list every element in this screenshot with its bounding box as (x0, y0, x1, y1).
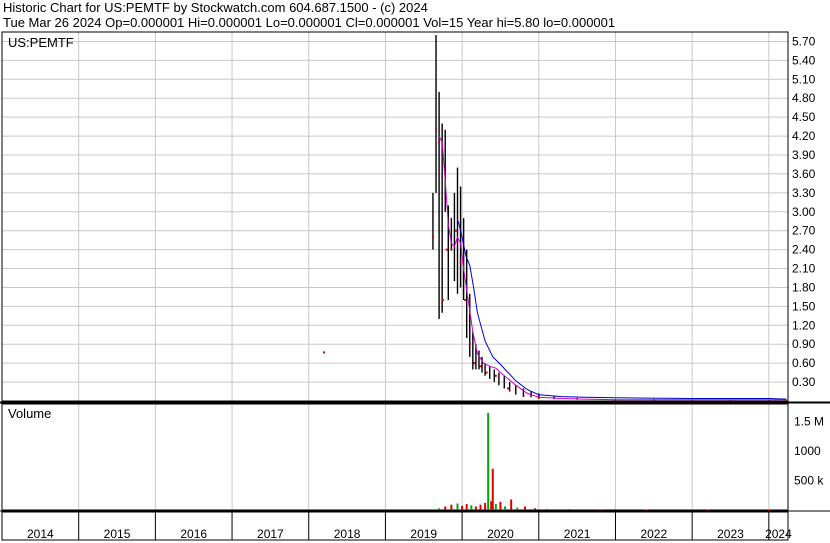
volume-bars (438, 412, 770, 511)
price-tick-label: 1.20 (792, 318, 816, 332)
volume-bar (461, 505, 464, 510)
price-bars (432, 35, 788, 401)
volume-bar (533, 508, 536, 510)
close-dot (450, 248, 453, 251)
volume-bar (438, 508, 441, 510)
price-tick-label: 2.70 (792, 224, 816, 238)
price-tick-label: 3.60 (792, 167, 816, 181)
volume-panel-label: Volume (8, 406, 51, 421)
close-dot (438, 141, 441, 144)
close-dots (323, 128, 540, 399)
price-panel-frame (1, 31, 789, 402)
volume-bar (706, 509, 709, 511)
year-label: 2020 (487, 527, 514, 541)
close-dot (445, 248, 448, 251)
moving-average-long (457, 221, 787, 400)
volume-bar (465, 504, 468, 510)
price-tick-label: 4.20 (792, 129, 816, 143)
price-tick-label: 3.30 (792, 186, 816, 200)
close-dot (522, 394, 525, 397)
close-dot (323, 351, 326, 354)
close-dot (464, 299, 467, 302)
price-tick-label: 0.60 (792, 356, 816, 370)
close-dot (473, 362, 476, 365)
volume-bar (491, 468, 494, 510)
price-y-axis: 5.70 5.40 5.10 4.80 4.50 4.20 3.90 3.60 3.30 3.00… (792, 34, 816, 389)
ma-long-line (457, 221, 787, 400)
year-x-axis: 2014 2015 2016 2017 2018 2019 2020 2021 2022 2023… (27, 527, 792, 541)
volume-bar (516, 507, 519, 510)
volume-bar (645, 509, 648, 511)
close-dot (454, 229, 457, 232)
close-dot (479, 365, 482, 368)
volume-bar (767, 509, 770, 511)
close-dot (431, 236, 434, 238)
chart-canvas: US:PEMTF Volume 5.70 5.40 5.10 4.80 4.50 4.20… (0, 31, 830, 541)
price-tick-label: 1.80 (792, 280, 816, 294)
year-label: 2022 (640, 527, 667, 541)
price-panel-label: US:PEMTF (8, 35, 74, 50)
price-tick-label: 3.90 (792, 148, 816, 162)
year-label: 2023 (717, 527, 744, 541)
year-label: 2014 (27, 527, 54, 541)
volume-panel-frame (1, 403, 789, 511)
stock-chart-window: Historic Chart for US:PEMTF by Stockwatc… (0, 0, 830, 543)
price-tick-label: 5.10 (792, 72, 816, 86)
close-dot (468, 343, 471, 346)
volume-bar (484, 502, 487, 510)
year-label: 2018 (334, 527, 361, 541)
volume-bar (444, 506, 447, 510)
price-tick-label: 3.00 (792, 205, 816, 219)
price-tick-label: 2.40 (792, 243, 816, 257)
volume-tick-label: 500 k (794, 474, 824, 488)
year-label: 2016 (180, 527, 207, 541)
volume-bar (568, 509, 571, 511)
year-label: 2019 (410, 527, 437, 541)
volume-bar (523, 506, 526, 510)
close-dot (485, 371, 488, 374)
price-tick-label: 5.70 (792, 34, 816, 48)
price-tick-label: 4.50 (792, 110, 816, 124)
price-tick-label: 1.50 (792, 299, 816, 313)
volume-bar (545, 508, 548, 510)
year-label: 2015 (104, 527, 131, 541)
close-dot (537, 396, 540, 399)
volume-bar (470, 505, 473, 510)
year-label: 2024 (765, 527, 792, 541)
price-tick-label: 5.40 (792, 53, 816, 67)
volume-bar (510, 499, 513, 510)
price-tick-label: 4.80 (792, 91, 816, 105)
year-label: 2021 (564, 527, 591, 541)
volume-bar (450, 504, 453, 510)
volume-bar (599, 509, 602, 511)
close-dot (507, 387, 510, 390)
volume-bar (499, 501, 502, 510)
volume-bar (479, 504, 482, 510)
volume-y-axis: 1.5 M 1000 500 k (794, 415, 824, 488)
volume-bar (494, 504, 497, 510)
close-dot (441, 299, 444, 302)
price-tick-label: 2.10 (792, 262, 816, 276)
volume-tick-label: 1000 (794, 444, 821, 458)
volume-bar (487, 412, 490, 510)
volume-bar (456, 503, 459, 510)
price-tick-label: 0.90 (792, 337, 816, 351)
close-dot (435, 128, 438, 131)
volume-bar (474, 506, 477, 510)
close-dot (459, 261, 462, 264)
price-tick-label: 0.30 (792, 375, 816, 389)
volume-bar (504, 506, 507, 510)
volume-tick-label: 1.5 M (794, 415, 824, 429)
moving-average-short (438, 135, 787, 401)
year-label: 2017 (257, 527, 284, 541)
grid-lines (2, 32, 788, 540)
close-dot (494, 374, 497, 377)
panel-frames (0, 31, 830, 541)
ma-short-line (438, 135, 787, 401)
